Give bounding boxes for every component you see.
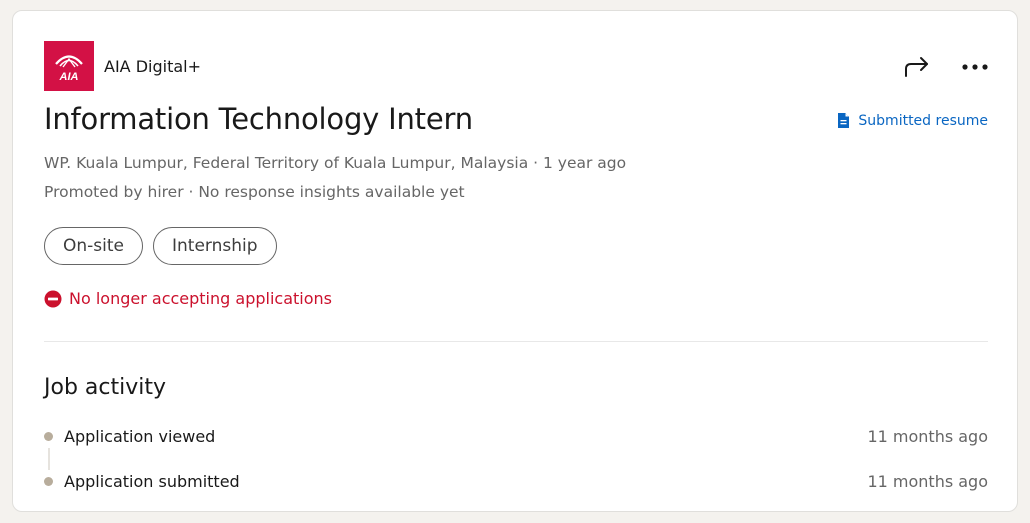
job-activity-heading: Job activity bbox=[44, 375, 166, 400]
company-header: AIA AIA Digital+ bbox=[44, 41, 201, 91]
activity-time: 11 months ago bbox=[867, 426, 988, 446]
job-card: AIA AIA Digital+ Information Technology … bbox=[12, 10, 1018, 512]
more-options-button[interactable] bbox=[959, 51, 991, 83]
timeline-dot bbox=[44, 431, 53, 441]
activity-label: Application submitted bbox=[64, 471, 240, 491]
activity-label: Application viewed bbox=[64, 426, 216, 446]
activity-time: 11 months ago bbox=[867, 471, 988, 491]
submitted-resume-link[interactable]: Submitted resume bbox=[837, 112, 988, 129]
employment-type-pill[interactable]: Internship bbox=[153, 227, 277, 265]
no-entry-icon bbox=[44, 290, 62, 307]
application-status-text: No longer accepting applications bbox=[69, 289, 332, 308]
company-name[interactable]: AIA Digital+ bbox=[104, 57, 201, 76]
promoted-line: Promoted by hirer · No response insights… bbox=[44, 183, 465, 201]
aia-logo-icon: AIA bbox=[55, 55, 83, 83]
header-actions bbox=[901, 51, 991, 83]
activity-item-viewed: Application viewed 11 months ago bbox=[44, 425, 988, 447]
svg-text:AIA: AIA bbox=[59, 71, 79, 83]
document-icon bbox=[838, 113, 850, 128]
job-title: Information Technology Intern bbox=[44, 102, 473, 136]
job-location-line: WP. Kuala Lumpur, Federal Territory of K… bbox=[44, 154, 627, 172]
more-horizontal-icon bbox=[962, 64, 988, 70]
share-arrow-icon bbox=[905, 57, 928, 77]
section-divider bbox=[44, 341, 988, 342]
timeline-dot bbox=[44, 476, 53, 486]
share-button[interactable] bbox=[901, 51, 933, 83]
workplace-type-pill[interactable]: On-site bbox=[44, 227, 143, 265]
activity-item-submitted: Application submitted 11 months ago bbox=[44, 470, 988, 492]
submitted-resume-label: Submitted resume bbox=[858, 112, 988, 129]
timeline-connector bbox=[48, 448, 50, 470]
company-logo[interactable]: AIA bbox=[44, 41, 94, 91]
job-attribute-pills: On-site Internship bbox=[44, 227, 277, 265]
application-status: No longer accepting applications bbox=[44, 289, 332, 308]
